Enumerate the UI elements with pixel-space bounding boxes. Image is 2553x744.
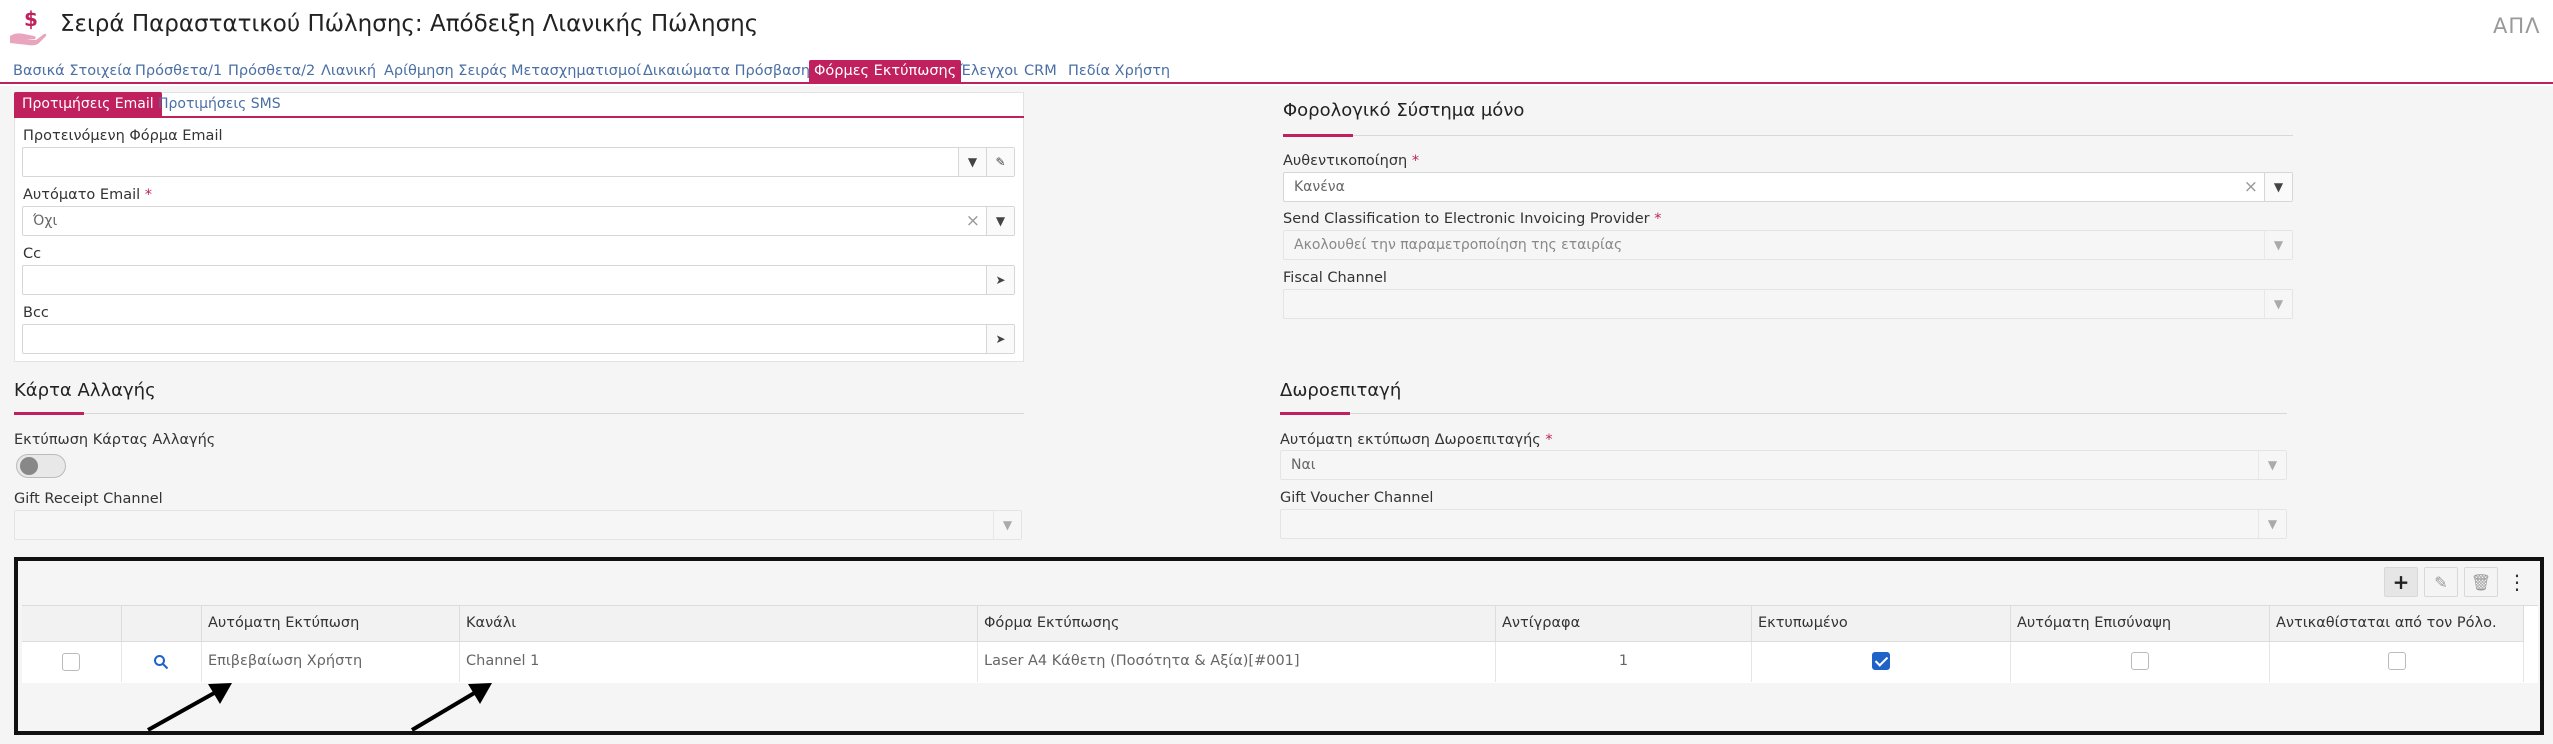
role-override-checkbox[interactable] bbox=[2388, 652, 2406, 670]
tab-extra-1[interactable]: Πρόσθετα/1 bbox=[130, 60, 227, 84]
pencil-icon: ✎ bbox=[2434, 572, 2448, 592]
subtab-email-preferences[interactable]: Προτιμήσεις Email bbox=[14, 92, 162, 118]
page-header: $ Σειρά Παραστατικού Πώλησης: Απόδειξη Λ… bbox=[0, 0, 2553, 55]
grid-toolbar: + ✎ 🗑 ⋮ bbox=[18, 561, 2540, 605]
select-all-header bbox=[22, 606, 122, 642]
search-icon[interactable] bbox=[153, 654, 169, 670]
cell-role-override bbox=[2270, 642, 2524, 682]
subtab-sms-preferences[interactable]: Προτιμήσεις SMS bbox=[150, 92, 289, 118]
send-classification-label: Send Classification to Electronic Invoic… bbox=[1283, 211, 1662, 227]
auth-value: Κανένα bbox=[1294, 179, 1345, 195]
page-title: Σειρά Παραστατικού Πώλησης: Απόδειξη Λια… bbox=[60, 11, 759, 37]
col-header-print-form[interactable]: Φόρμα Εκτύπωσης bbox=[978, 606, 1496, 642]
annotation-arrow-icon bbox=[410, 683, 492, 732]
fiscal-channel-label: Fiscal Channel bbox=[1283, 270, 1387, 286]
chevron-down-icon[interactable]: ▼ bbox=[993, 511, 1021, 539]
fiscal-section-divider bbox=[1283, 134, 2293, 137]
cell-auto-attach bbox=[2011, 642, 2270, 682]
change-card-title: Κάρτα Αλλαγής bbox=[14, 380, 156, 401]
main-tabs: Βασικά Στοιχεία Πρόσθετα/1 Πρόσθετα/2 Λι… bbox=[0, 60, 2553, 84]
email-subtabs: Προτιμήσεις Email Προτιμήσεις SMS bbox=[14, 92, 1024, 118]
plus-icon: + bbox=[2392, 570, 2410, 594]
col-header-printed[interactable]: Εκτυπωμένο bbox=[1752, 606, 2011, 642]
tab-transformations[interactable]: Μετασχηματισμοί bbox=[506, 60, 646, 84]
auto-print-voucher-label: Αυτόματη εκτύπωση Δωροεπιταγής * bbox=[1280, 432, 1553, 448]
svg-text:$: $ bbox=[24, 7, 38, 31]
send-classification-select[interactable]: Ακολουθεί την παραμετροποίηση της εταιρί… bbox=[1283, 230, 2293, 260]
auth-select[interactable]: Κανένα × ▼ bbox=[1283, 172, 2293, 202]
suggested-form-field[interactable]: ▼ ✎ bbox=[22, 147, 1015, 177]
auto-email-select[interactable]: Όχι × ▼ bbox=[22, 206, 1015, 236]
col-header-channel[interactable]: Κανάλι bbox=[460, 606, 978, 642]
fiscal-channel-select[interactable]: ▼ bbox=[1283, 289, 2293, 319]
cc-label: Cc bbox=[23, 246, 42, 262]
bcc-label: Bcc bbox=[23, 305, 49, 321]
trash-icon: 🗑 bbox=[2470, 572, 2492, 592]
print-channels-grid: Αυτόματη Εκτύπωση Κανάλι Φόρμα Εκτύπωσης… bbox=[22, 605, 2538, 683]
gift-voucher-channel-label: Gift Voucher Channel bbox=[1280, 490, 1434, 506]
chevron-down-icon[interactable]: ▼ bbox=[2264, 231, 2292, 259]
print-channels-grid-panel: + ✎ 🗑 ⋮ Αυτόματη Εκτύπωση Κανάλι Φόρμα Ε… bbox=[14, 557, 2544, 735]
tab-print-forms[interactable]: Φόρμες Εκτύπωσης bbox=[809, 60, 962, 84]
search-header bbox=[122, 606, 202, 642]
fiscal-section-title: Φορολογικό Σύστημα μόνο bbox=[1283, 100, 1525, 121]
chevron-down-icon[interactable]: ▼ bbox=[986, 207, 1014, 235]
auto-print-voucher-value: Ναι bbox=[1291, 457, 1316, 473]
table-row-select-cell bbox=[22, 642, 122, 682]
gift-receipt-channel-select[interactable]: ▼ bbox=[14, 510, 1022, 540]
cc-field[interactable]: ➤ bbox=[22, 265, 1015, 295]
delete-row-button[interactable]: 🗑 bbox=[2464, 567, 2498, 597]
tab-access-rights[interactable]: Δικαιώματα Πρόσβασης bbox=[638, 60, 824, 84]
more-options-icon[interactable]: ⋮ bbox=[2507, 569, 2527, 597]
edit-row-button[interactable]: ✎ bbox=[2424, 567, 2458, 597]
header-right-text: ΑΠΛ bbox=[2493, 14, 2541, 38]
annotation-arrow-icon bbox=[147, 683, 232, 732]
chevron-down-icon[interactable]: ▼ bbox=[2264, 290, 2292, 318]
auto-attach-checkbox[interactable] bbox=[2131, 652, 2149, 670]
chevron-down-icon[interactable]: ▼ bbox=[2258, 451, 2286, 479]
tab-crm[interactable]: CRM bbox=[1019, 60, 1062, 84]
gift-receipt-channel-label: Gift Receipt Channel bbox=[14, 491, 163, 507]
cell-copies[interactable]: 1 bbox=[1496, 642, 1752, 682]
suggested-form-label: Προτεινόμενη Φόρμα Email bbox=[23, 128, 223, 144]
tab-user-fields[interactable]: Πεδία Χρήστη bbox=[1063, 60, 1175, 84]
tab-basic[interactable]: Βασικά Στοιχεία bbox=[8, 60, 137, 84]
print-change-card-label: Εκτύπωση Κάρτας Αλλαγής bbox=[14, 432, 216, 448]
send-arrow-icon[interactable]: ➤ bbox=[986, 325, 1014, 353]
tab-retail[interactable]: Λιανική bbox=[316, 60, 381, 84]
chevron-down-icon[interactable]: ▼ bbox=[2258, 510, 2286, 538]
change-card-divider bbox=[14, 412, 1024, 415]
add-row-button[interactable]: + bbox=[2384, 567, 2418, 597]
print-change-card-toggle[interactable] bbox=[16, 454, 66, 478]
col-header-auto-attach[interactable]: Αυτόματη Επισύναψη bbox=[2011, 606, 2270, 642]
cell-printed bbox=[1752, 642, 2011, 682]
col-header-copies[interactable]: Αντίγραφα bbox=[1496, 606, 1752, 642]
col-header-auto-print[interactable]: Αυτόματη Εκτύπωση bbox=[202, 606, 460, 642]
send-classification-value: Ακολουθεί την παραμετροποίηση της εταιρί… bbox=[1294, 237, 1623, 253]
row-select-checkbox[interactable] bbox=[62, 653, 80, 671]
clear-icon[interactable]: × bbox=[966, 211, 980, 231]
gift-voucher-title: Δωροεπιταγή bbox=[1280, 380, 1402, 401]
send-arrow-icon[interactable]: ➤ bbox=[986, 266, 1014, 294]
chevron-down-icon[interactable]: ▼ bbox=[958, 148, 986, 176]
tab-checks[interactable]: Έλεγχοι bbox=[955, 60, 1023, 84]
printed-checkbox[interactable] bbox=[1872, 652, 1890, 670]
col-header-role-override[interactable]: Αντικαθίσταται από τον Ρόλο. bbox=[2270, 606, 2524, 642]
tab-extra-2[interactable]: Πρόσθετα/2 bbox=[223, 60, 320, 84]
hand-dollar-icon: $ bbox=[10, 7, 47, 46]
clear-icon[interactable]: × bbox=[2244, 177, 2258, 197]
cell-channel[interactable]: Channel 1 bbox=[460, 642, 978, 682]
auto-email-value: Όχι bbox=[33, 213, 58, 229]
chevron-down-icon[interactable]: ▼ bbox=[2264, 173, 2292, 201]
cell-print-form[interactable]: Laser A4 Κάθετη (Ποσότητα & Αξία)[#001] bbox=[978, 642, 1496, 682]
bcc-field[interactable]: ➤ bbox=[22, 324, 1015, 354]
gift-voucher-channel-select[interactable]: ▼ bbox=[1280, 509, 2287, 539]
tab-series-numbering[interactable]: Αρίθμηση Σειράς bbox=[379, 60, 512, 84]
edit-pencil-icon[interactable]: ✎ bbox=[986, 148, 1014, 176]
gift-voucher-divider bbox=[1280, 412, 2287, 415]
auto-print-voucher-select[interactable]: Ναι ▼ bbox=[1280, 450, 2287, 480]
auto-email-label: Αυτόματο Email * bbox=[23, 187, 152, 203]
auth-label: Αυθεντικοποίηση * bbox=[1283, 153, 1420, 169]
